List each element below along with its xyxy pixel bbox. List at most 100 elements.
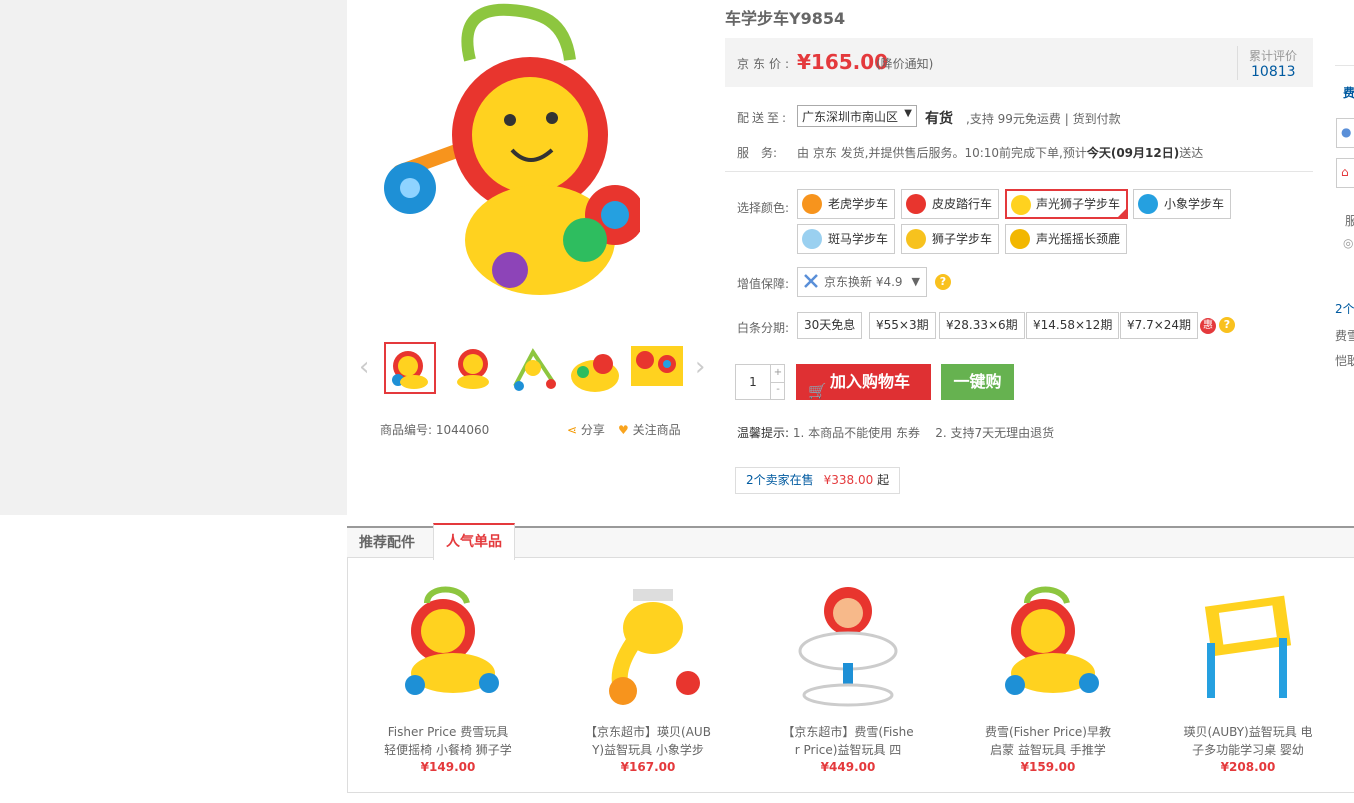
product-price: ¥159.00 — [1020, 760, 1076, 774]
price-box-divider — [1237, 46, 1238, 80]
tab-popular-items[interactable]: 人气单品 — [433, 523, 515, 560]
color-option-label: 皮皮踏行车 — [932, 197, 993, 211]
service-text: 由 京东 发货,并提供售后服务。10:10前完成下单,预计今天(09月12日)送… — [797, 144, 1203, 161]
home-icon: ⌂ — [1341, 165, 1349, 179]
quantity-minus-button[interactable]: - — [770, 382, 785, 399]
product-price: ¥449.00 — [820, 760, 876, 774]
help-icon[interactable]: ? — [935, 274, 951, 290]
thumbnail-5[interactable] — [631, 342, 683, 394]
review-count-link[interactable]: 10813 — [1251, 64, 1296, 80]
right-column-button[interactable]: ● — [1336, 118, 1354, 148]
product-card[interactable]: 费雪(Fisher Price)早教启蒙 益智玩具 手推学 ¥159.00 — [980, 583, 1116, 775]
installment-label: 白条分期: — [737, 321, 790, 335]
zebra-walker-icon — [802, 229, 822, 249]
installment-option[interactable]: ¥28.33×6期 — [939, 312, 1025, 339]
quantity-plus-button[interactable]: + — [770, 365, 785, 383]
delivery-note: ,支持 99元免运费 | 货到付款 — [966, 112, 1121, 126]
color-option[interactable]: 狮子学步车 — [901, 224, 1000, 254]
thumbnail-1[interactable] — [384, 342, 436, 394]
product-card[interactable]: 瑛贝(AUBY)益智玩具 电子多功能学习桌 婴幼 ¥208.00 — [1180, 583, 1316, 775]
insurance-label: 增值保障: — [737, 277, 790, 291]
service-text-tail: 送达 — [1179, 146, 1204, 160]
discount-badge: 惠 — [1200, 318, 1216, 334]
color-option-label: 老虎学步车 — [828, 197, 889, 211]
installment-option[interactable]: ¥55×3期 — [869, 312, 936, 339]
thumbnail-strip: ‹ › — [357, 338, 717, 398]
sku-value: 1044060 — [435, 423, 490, 437]
tips-label: 温馨提示: — [737, 426, 790, 440]
selected-corner-icon — [1117, 208, 1128, 218]
lion-walker-icon — [906, 229, 926, 249]
price-notify-link[interactable]: (降价通知) — [876, 55, 933, 72]
cart-icon: 🛒 — [808, 382, 827, 400]
delivery-label: 配送至: — [737, 111, 790, 125]
price-value: ¥165.00 — [797, 50, 889, 74]
tips-item-1: 1. 本商品不能使用 东券 — [792, 426, 920, 440]
installment-option[interactable]: ¥14.58×12期 — [1026, 312, 1120, 339]
price-box: 京东价: ¥165.00 (降价通知) 累计评价 10813 — [725, 38, 1313, 87]
sellers-count: 2个卖家在售 — [746, 473, 814, 487]
product-name[interactable]: 费雪(Fisher Price)早教启蒙 益智玩具 手推学 — [980, 723, 1116, 759]
product-card[interactable]: 【京东超市】瑛贝(AUBY)益智玩具 小象学步 ¥167.00 — [580, 583, 716, 775]
tools-icon — [804, 274, 818, 288]
color-option-label: 斑马学步车 — [828, 232, 889, 246]
color-option-label: 声光摇摇长颈鹿 — [1036, 232, 1121, 246]
product-name[interactable]: 瑛贝(AUBY)益智玩具 电子多功能学习桌 婴幼 — [1180, 723, 1316, 759]
color-option[interactable]: 小象学步车 — [1133, 189, 1232, 219]
thumbnail-3[interactable] — [507, 342, 559, 394]
help-icon[interactable]: ? — [1219, 317, 1235, 333]
product-price: ¥149.00 — [420, 760, 476, 774]
sellers-link[interactable]: 2个卖家在售 ¥338.00 起 — [735, 467, 901, 494]
product-image — [1204, 595, 1292, 698]
thumb-prev-icon[interactable]: ‹ — [359, 352, 369, 382]
share-icon: ⋖ — [567, 423, 578, 437]
chevron-down-icon: ▼ — [904, 108, 912, 119]
share-link[interactable]: ⋖ 分享 — [567, 421, 605, 438]
right-column-title: 费 — [1343, 86, 1354, 100]
color-option[interactable]: 老虎学步车 — [797, 189, 896, 219]
sellers-suffix: 起 — [877, 473, 890, 487]
quantity-stepper: 1 + - — [735, 364, 785, 400]
right-column-text: 恺耿 — [1335, 354, 1354, 368]
color-label: 选择颜色: — [737, 201, 790, 215]
giraffe-icon — [1010, 229, 1030, 249]
tips-item-2: 2. 支持7天无理由退货 — [935, 426, 1055, 440]
product-name[interactable]: 【京东超市】瑛贝(AUBY)益智玩具 小象学步 — [580, 723, 716, 759]
right-column-link[interactable]: 2个 — [1335, 300, 1354, 317]
service-eta: 今天(09月12日) — [1086, 146, 1180, 160]
sku-label: 商品编号: — [380, 423, 433, 437]
quantity-input[interactable]: 1 — [736, 365, 770, 399]
thumbnail-4[interactable] — [569, 342, 621, 394]
insurance-option: 京东换新 ¥4.9 — [824, 275, 903, 289]
region-select[interactable]: 广东深圳市南山区 ▼ — [797, 105, 917, 127]
right-column-divider — [1335, 65, 1354, 66]
color-option[interactable]: 斑马学步车 — [797, 224, 896, 254]
buy-now-button[interactable]: 一键购 — [941, 364, 1014, 400]
follow-link[interactable]: ♥ 关注商品 — [618, 421, 681, 438]
sku-line: 商品编号: 1044060 — [380, 421, 489, 438]
product-card[interactable]: Fisher Price 费雪玩具 轻便摇椅 小餐椅 狮子学 ¥149.00 — [380, 583, 516, 775]
product-image — [405, 586, 499, 695]
color-option-selected[interactable]: 声光狮子学步车 — [1005, 189, 1129, 219]
product-card[interactable]: 【京东超市】费雪(Fisher Price)益智玩具 四 ¥449.00 — [780, 583, 916, 775]
installment-option[interactable]: 30天免息 — [797, 312, 863, 339]
product-name[interactable]: 【京东超市】费雪(Fisher Price)益智玩具 四 — [780, 723, 916, 759]
product-price: ¥167.00 — [620, 760, 676, 774]
sellers-price: ¥338.00 — [823, 473, 874, 487]
right-column-icon: ◎ — [1343, 236, 1354, 250]
product-image — [798, 587, 898, 707]
installment-option[interactable]: ¥7.7×24期 — [1120, 312, 1199, 339]
tab-recommended-accessories[interactable]: 推荐配件 — [347, 528, 427, 559]
color-option[interactable]: 皮皮踏行车 — [901, 189, 1000, 219]
thumbnail-2[interactable] — [447, 342, 499, 394]
tiger-walker-icon — [802, 194, 822, 214]
product-name[interactable]: Fisher Price 费雪玩具 轻便摇椅 小餐椅 狮子学 — [380, 723, 516, 759]
thumb-next-icon[interactable]: › — [695, 352, 705, 382]
insurance-select[interactable]: 京东换新 ¥4.9 ▼ — [797, 267, 927, 297]
right-column-button[interactable]: ⌂ — [1336, 158, 1354, 188]
color-option[interactable]: 声光摇摇长颈鹿 — [1005, 224, 1128, 254]
product-price: ¥208.00 — [1220, 760, 1276, 774]
add-to-cart-button[interactable]: 🛒 加入购物车 — [796, 364, 931, 400]
heart-icon: ♥ — [618, 423, 629, 437]
section-divider — [725, 171, 1313, 172]
